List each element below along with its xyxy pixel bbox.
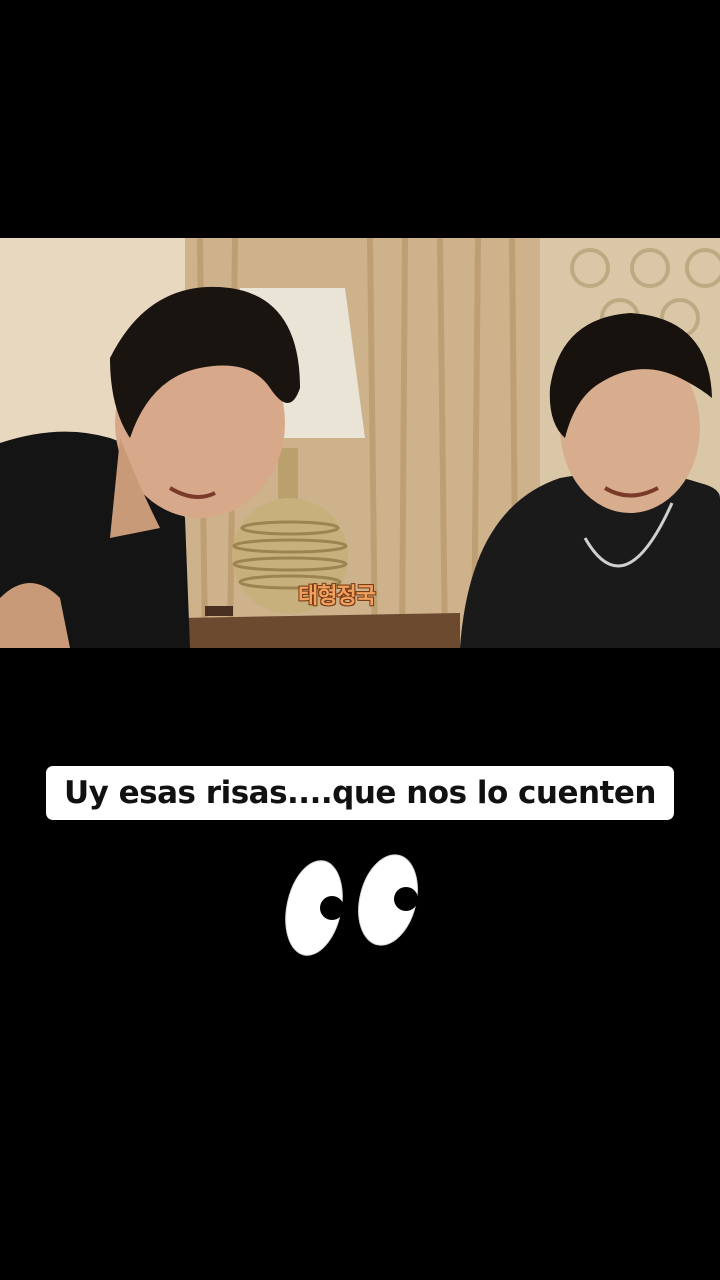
video-frame[interactable]: 태형정국 [0, 238, 720, 648]
eyes-emoji-icon[interactable] [284, 852, 424, 962]
table-object [205, 606, 233, 616]
table [180, 613, 460, 648]
story-frame: 태형정국 Uy esas risas....que nos lo cuenten [0, 0, 720, 1280]
left-pupil [320, 896, 344, 920]
right-pupil [394, 887, 418, 911]
caption-text: Uy esas risas....que nos lo cuenten [63, 775, 657, 811]
video-watermark: 태형정국 [298, 584, 376, 609]
caption-box: Uy esas risas....que nos lo cuenten [46, 766, 674, 820]
